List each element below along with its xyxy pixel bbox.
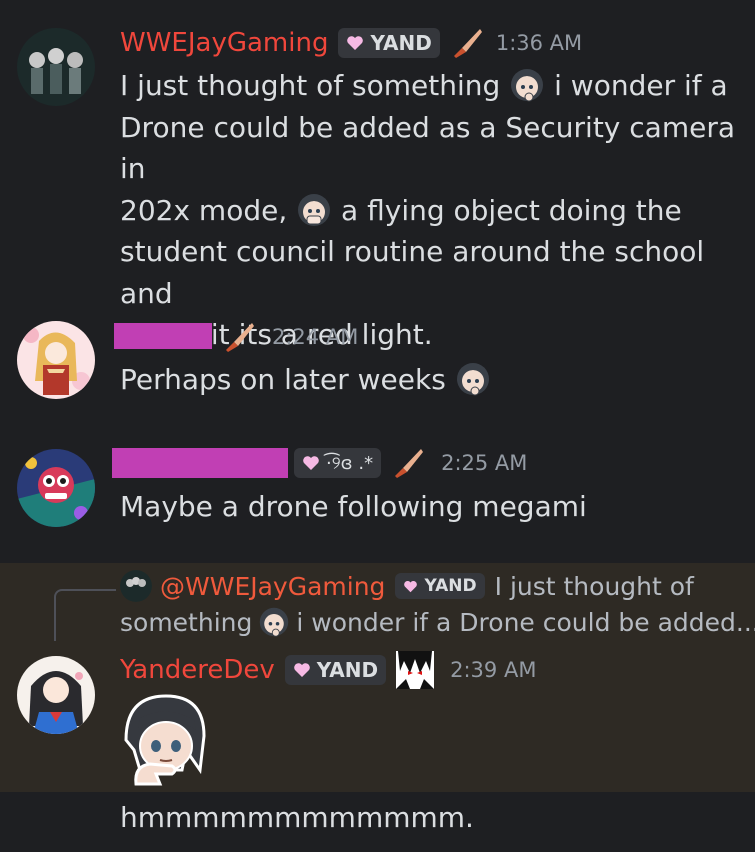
thinking-anime-emoji[interactable] bbox=[509, 67, 545, 103]
heart-icon bbox=[404, 580, 418, 592]
username[interactable]: WWEJayGaming bbox=[120, 28, 328, 58]
message-text: a flying object doing the bbox=[341, 193, 682, 227]
avatar[interactable] bbox=[17, 321, 95, 399]
hiding-anime-emoji[interactable] bbox=[296, 192, 332, 228]
message-text: Maybe a drone following megami bbox=[120, 490, 587, 523]
reply-avatar bbox=[120, 570, 152, 602]
reply-preview[interactable]: @WWEJayGaming YAND I just thought of bbox=[120, 570, 694, 602]
avatar[interactable] bbox=[17, 656, 95, 734]
thinking-anime-emoji bbox=[260, 607, 289, 637]
message-text: i wonder if a bbox=[554, 69, 728, 102]
message-text: Perhaps on later weeks bbox=[120, 363, 446, 396]
heart-icon bbox=[303, 456, 319, 470]
server-tag-label: YAND bbox=[370, 31, 432, 55]
server-tag-label: YAND bbox=[424, 576, 477, 596]
redacted-username bbox=[114, 323, 212, 349]
knife-icon bbox=[395, 449, 424, 478]
reply-excerpt: something bbox=[120, 607, 253, 637]
message-content: Maybe a drone following megami bbox=[120, 486, 587, 528]
username[interactable]: YandereDev bbox=[120, 655, 275, 685]
timestamp[interactable]: 2:25 AM bbox=[441, 451, 527, 475]
thinking-anime-sticker[interactable] bbox=[116, 690, 212, 786]
timestamp[interactable]: 1:36 AM bbox=[496, 31, 582, 55]
message-text: I just thought of something bbox=[120, 69, 501, 102]
server-tag[interactable]: ·͡୨ɞ .* bbox=[294, 448, 382, 478]
thinking-anime-emoji[interactable] bbox=[455, 361, 491, 397]
server-tag[interactable]: YAND bbox=[338, 28, 440, 58]
message-content: Perhaps on later weeks bbox=[120, 359, 491, 401]
message-text: student council routine around the schoo… bbox=[120, 235, 705, 310]
server-tag[interactable]: YAND bbox=[395, 573, 485, 599]
reply-preview-continued[interactable]: something i wonder if a Drone could be a… bbox=[120, 606, 755, 638]
message-content: hmmmmmmmmmmmm. bbox=[120, 797, 474, 839]
reply-excerpt: i wonder if a Drone could be added... bbox=[296, 607, 755, 637]
avatar[interactable] bbox=[17, 449, 95, 527]
redacted-username bbox=[112, 448, 288, 478]
server-tag-label: YAND bbox=[316, 658, 379, 682]
knife-icon bbox=[453, 29, 482, 58]
timestamp[interactable]: 2:24 AM bbox=[272, 325, 358, 349]
reply-connector bbox=[54, 589, 116, 641]
reply-mention[interactable]: @WWEJayGaming bbox=[160, 572, 385, 601]
reply-excerpt: I just thought of bbox=[494, 571, 694, 601]
message-text: Drone could be added as a Security camer… bbox=[120, 110, 736, 186]
timestamp[interactable]: 2:39 AM bbox=[450, 658, 536, 682]
avatar[interactable] bbox=[17, 28, 95, 106]
anime-face-badge-icon bbox=[396, 651, 435, 689]
knife-icon bbox=[226, 323, 254, 352]
heart-icon bbox=[347, 36, 364, 50]
heart-icon bbox=[293, 663, 310, 677]
server-tag-label: ·͡୨ɞ .* bbox=[326, 452, 374, 474]
message-content: I just thought of something i wonder if … bbox=[120, 65, 750, 356]
server-tag[interactable]: YAND bbox=[284, 655, 387, 685]
message-text: 202x mode, bbox=[120, 193, 288, 227]
message-text: hmmmmmmmmmmmm. bbox=[120, 801, 474, 834]
